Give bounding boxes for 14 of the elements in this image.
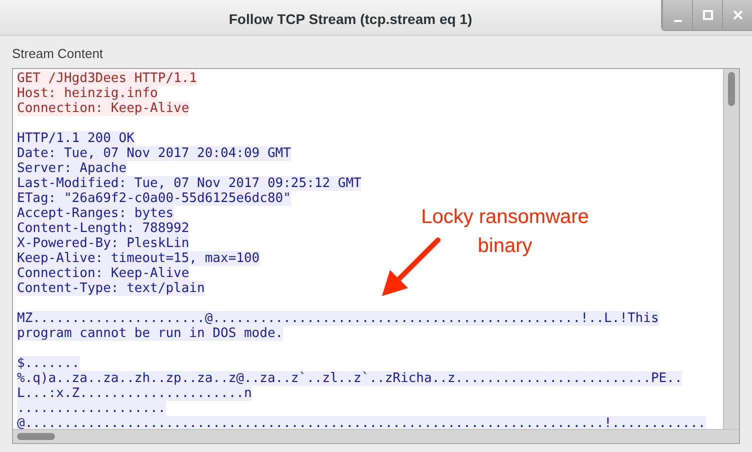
stream-content-label: Stream Content [12, 46, 104, 61]
scroll-thumb[interactable] [728, 72, 735, 106]
minimize-button[interactable] [662, 0, 692, 30]
vertical-scrollbar[interactable] [723, 69, 739, 429]
annotation-text: Locky ransomware binary [420, 205, 590, 259]
scroll-thumb[interactable] [17, 433, 55, 440]
maximize-button[interactable] [692, 0, 722, 30]
close-icon [732, 10, 742, 20]
close-button[interactable] [722, 0, 752, 30]
minimize-icon [674, 20, 682, 22]
horizontal-scrollbar[interactable] [13, 429, 739, 443]
maximize-icon [702, 10, 712, 20]
window-title: Follow TCP Stream (tcp.stream eq 1) [228, 10, 472, 29]
annotation-arrow [380, 236, 442, 298]
